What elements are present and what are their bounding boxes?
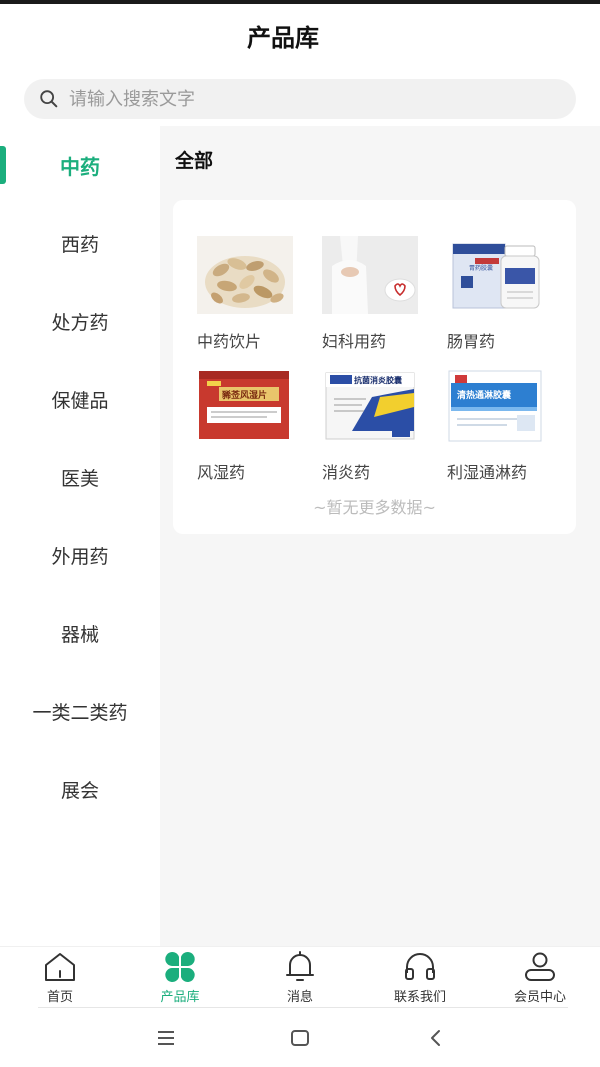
bottom-tab-bar: 首页 产品库 消息 联系我们 会员中心: [0, 946, 600, 1008]
clover-icon: [165, 952, 195, 982]
anti-inflammatory-box-image: 抗菌消炎胶囊: [322, 367, 418, 445]
home-square-icon[interactable]: [288, 1026, 312, 1050]
womens-health-image: [322, 236, 418, 314]
sidebar-item-label: 中药: [60, 154, 100, 179]
box-label: 清热通淋胶囊: [457, 391, 512, 401]
bell-icon: [286, 951, 314, 981]
no-more-data-text: ~暂无更多数据~: [313, 498, 436, 517]
diuretic-medicine-box-image: 清热通淋胶囊: [447, 367, 543, 445]
page-header: 产品库: [0, 4, 600, 66]
home-icon: [45, 953, 75, 981]
sidebar-item-zhongyao[interactable]: 中药: [0, 126, 160, 204]
sidebar-item-yimei[interactable]: 医美: [0, 438, 160, 516]
search-icon: [40, 90, 58, 108]
tab-messages[interactable]: 消息: [240, 951, 360, 1007]
sidebar-item-yilei-erlei[interactable]: 一类二类药: [0, 672, 160, 750]
sidebar-item-label: 一类二类药: [32, 701, 128, 724]
product-item-fuke-yongyao[interactable]: 妇科用药: [322, 236, 426, 352]
stomach-medicine-box-image: 胃药胶囊: [447, 236, 543, 314]
search-bar[interactable]: [24, 79, 576, 119]
tab-product-library[interactable]: 产品库: [120, 951, 240, 1007]
sidebar-item-zhanhui[interactable]: 展会: [0, 750, 160, 828]
box-label: 抗菌消炎胶囊: [354, 376, 402, 385]
product-label: 肠胃药: [447, 332, 496, 351]
product-label: 消炎药: [322, 463, 371, 482]
tab-member-center[interactable]: 会员中心: [480, 951, 600, 1007]
rheumatism-medicine-box-image: 豨莶风湿片: [197, 367, 293, 445]
user-icon: [525, 952, 555, 981]
section-title: 全部: [175, 150, 214, 172]
sidebar-item-xiyao[interactable]: 西药: [0, 204, 160, 282]
sidebar-item-label: 保健品: [51, 389, 109, 412]
sidebar-item-waiyongyao[interactable]: 外用药: [0, 516, 160, 594]
category-sidebar: 中药 西药 处方药 保健品 医美 外用药 器械 一类二类药 展会: [0, 126, 160, 946]
tab-home[interactable]: 首页: [0, 951, 120, 1007]
product-label: 风湿药: [197, 463, 246, 482]
product-content: 全部 中药饮片 妇科用药 胃药胶囊 肠胃药 豨莶风湿片 风湿药 抗菌消炎胶囊 消…: [160, 126, 600, 946]
sidebar-item-label: 医美: [60, 467, 99, 490]
active-indicator: [0, 146, 6, 184]
system-nav-bar: [0, 1008, 600, 1067]
sidebar-item-label: 处方药: [51, 311, 109, 334]
sidebar-item-label: 外用药: [51, 545, 109, 568]
box-label: 胃药胶囊: [469, 265, 494, 272]
product-label: 中药饮片: [197, 332, 262, 351]
product-item-fengshi-yao[interactable]: 豨莶风湿片 风湿药: [197, 367, 301, 483]
sidebar-item-baojianpin[interactable]: 保健品: [0, 360, 160, 438]
page-title: 产品库: [247, 23, 319, 52]
sidebar-item-label: 西药: [60, 233, 99, 256]
herb-slices-image: [197, 236, 293, 314]
product-item-xiaoyan-yao[interactable]: 抗菌消炎胶囊 消炎药: [322, 367, 426, 483]
headset-icon: [405, 953, 435, 980]
sidebar-item-qixie[interactable]: 器械: [0, 594, 160, 672]
sidebar-item-label: 展会: [60, 779, 99, 802]
tab-label: 联系我们: [393, 990, 446, 1005]
search-input[interactable]: [69, 88, 549, 110]
menu-icon[interactable]: [154, 1026, 178, 1050]
tab-label: 消息: [286, 990, 313, 1005]
sidebar-item-label: 器械: [60, 623, 99, 646]
tab-contact-us[interactable]: 联系我们: [360, 951, 480, 1007]
sidebar-item-chufangyao[interactable]: 处方药: [0, 282, 160, 360]
product-item-lishi-tonglin-yao[interactable]: 清热通淋胶囊 利湿通淋药: [447, 367, 551, 483]
product-item-changwei-yao[interactable]: 胃药胶囊 肠胃药: [447, 236, 551, 352]
back-icon[interactable]: [424, 1026, 448, 1050]
product-label: 妇科用药: [322, 332, 387, 351]
box-label: 豨莶风湿片: [222, 391, 268, 401]
product-item-zhongyao-yinpian[interactable]: 中药饮片: [197, 236, 301, 352]
product-label: 利湿通淋药: [447, 463, 528, 482]
tab-label: 会员中心: [513, 990, 566, 1005]
product-grid-card: 中药饮片 妇科用药 胃药胶囊 肠胃药 豨莶风湿片 风湿药 抗菌消炎胶囊 消炎药 …: [173, 200, 576, 534]
tab-label: 产品库: [160, 990, 200, 1005]
tab-label: 首页: [46, 990, 73, 1005]
